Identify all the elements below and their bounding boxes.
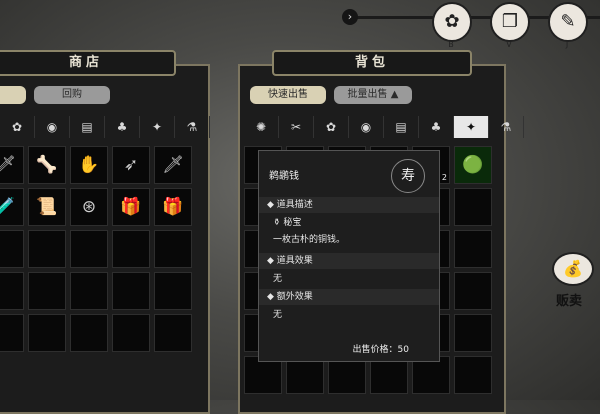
coin-bag-icon[interactable]: 💰 — [552, 252, 594, 286]
shop-category-5[interactable]: ⚗ — [175, 116, 210, 138]
batch-sell-label: 批量出售 — [347, 89, 388, 100]
bag-item-slot[interactable] — [454, 314, 492, 352]
shop-category-1[interactable]: ◉ — [35, 116, 70, 138]
item-count: 2 — [441, 173, 447, 182]
sell-label[interactable]: 贩卖 — [556, 290, 582, 309]
shop-item-slot[interactable] — [70, 272, 108, 310]
shop-item-slot[interactable]: 🗡 — [154, 146, 192, 184]
bag-category-7[interactable]: ⚗ — [489, 116, 524, 138]
key-hint-j: J — [565, 40, 569, 49]
bag-title: 背包 — [272, 50, 472, 76]
shop-tab-buy[interactable] — [0, 86, 26, 104]
shop-item-slot[interactable]: 🎁 — [112, 188, 150, 226]
batch-sell-button[interactable]: 批量出售 ▲ — [334, 86, 412, 104]
tooltip-item-name: 鹈鹕钱 — [269, 171, 299, 182]
shop-item-grid: 🗡 🦴 ✋ ➶ 🗡 🧪 📜 ⊛ 🎁 🎁 — [0, 146, 192, 352]
shop-item-slot[interactable] — [28, 230, 66, 268]
desc-heading: 道具描述 — [276, 200, 313, 210]
bag-category-2[interactable]: ✿ — [314, 116, 349, 138]
shop-category-4[interactable]: ✦ — [140, 116, 175, 138]
shop-item-slot[interactable] — [0, 272, 24, 310]
shop-item-slot[interactable]: 🧪 — [0, 188, 24, 226]
tag-text: 秘宝 — [283, 218, 302, 228]
tooltip-extra-text: 无 — [273, 310, 283, 320]
shop-item-slot[interactable]: ➶ — [112, 146, 150, 184]
bag-item-slot[interactable] — [454, 272, 492, 310]
shop-item-slot[interactable]: 📜 — [28, 188, 66, 226]
skills-glyph: ✎ — [560, 11, 576, 32]
bag-category-bar: ✺ ✂ ✿ ◉ ▤ ♣ ✦ ⚗ — [244, 116, 524, 138]
shop-category-3[interactable]: ♣ — [105, 116, 140, 138]
tooltip-section-effect: ◆ 道具效果 — [259, 253, 439, 269]
shop-title: 商店 — [0, 50, 176, 76]
bag-item-slot[interactable] — [454, 188, 492, 226]
shop-tab-buyback[interactable]: 回购 — [34, 86, 110, 104]
tooltip-price: 出售价格：50 — [353, 342, 409, 355]
shop-item-slot[interactable]: 🦴 — [28, 146, 66, 184]
tooltip-header: 鹈鹕钱 寿 — [259, 151, 439, 197]
shop-item-slot[interactable] — [70, 230, 108, 268]
bag-item-slot[interactable] — [454, 356, 492, 394]
effect-heading: 道具效果 — [276, 256, 313, 266]
skills-icon[interactable]: ✎ — [548, 2, 588, 42]
shop-item-slot[interactable] — [154, 272, 192, 310]
shop-item-slot[interactable]: ✋ — [70, 146, 108, 184]
item-badge-icon: 寿 — [391, 159, 425, 193]
key-hint-b: B — [448, 40, 454, 49]
shop-category-0[interactable]: ✿ — [0, 116, 35, 138]
shop-item-slot[interactable]: ⊛ — [70, 188, 108, 226]
quick-sell-button[interactable]: 快速出售 — [250, 86, 326, 104]
bag-item-slot[interactable] — [454, 230, 492, 268]
extra-heading: 额外效果 — [276, 292, 313, 302]
bag-category-0[interactable]: ✺ — [244, 116, 279, 138]
shop-item-slot[interactable]: 🗡 — [0, 146, 24, 184]
shop-item-slot[interactable] — [28, 314, 66, 352]
journal-glyph: ❐ — [501, 11, 519, 32]
bag-item-slot[interactable]: 🟢 — [454, 146, 492, 184]
tooltip-section-extra: ◆ 额外效果 — [259, 289, 439, 305]
bag-category-1[interactable]: ✂ — [279, 116, 314, 138]
bag-category-4[interactable]: ▤ — [384, 116, 419, 138]
chevron-right-icon[interactable]: › — [342, 9, 358, 25]
bag-category-3[interactable]: ◉ — [349, 116, 384, 138]
character-icon[interactable]: ✿ — [432, 2, 472, 42]
tooltip-section-desc: ◆ 道具描述 — [259, 197, 439, 213]
key-hint-v: V — [506, 40, 512, 49]
shop-category-bar: ✿ ◉ ▤ ♣ ✦ ⚗ — [0, 116, 210, 138]
shop-item-slot[interactable] — [0, 314, 24, 352]
shop-item-slot[interactable] — [28, 272, 66, 310]
shop-item-slot[interactable] — [112, 314, 150, 352]
shop-item-slot[interactable] — [0, 230, 24, 268]
price-label: 出售价格： — [352, 345, 398, 355]
tooltip-effect-text: 无 — [273, 274, 283, 284]
tooltip-tag: ⚱ 秘宝 — [273, 218, 302, 228]
bag-category-5[interactable]: ♣ — [419, 116, 454, 138]
price-value: 50 — [397, 345, 409, 355]
journal-icon[interactable]: ❐ — [490, 2, 530, 42]
shop-item-slot[interactable] — [112, 230, 150, 268]
item-tooltip: 鹈鹕钱 寿 ◆ 道具描述 ⚱ 秘宝 一枚古朴的铜钱。 ◆ 道具效果 无 ◆ 额外… — [258, 150, 440, 362]
shop-item-slot[interactable] — [112, 272, 150, 310]
bag-category-6[interactable]: ✦ — [454, 116, 489, 138]
shop-item-slot[interactable] — [154, 314, 192, 352]
tooltip-desc: 一枚古朴的铜钱。 — [273, 235, 346, 245]
shop-category-2[interactable]: ▤ — [70, 116, 105, 138]
character-glyph: ✿ — [444, 11, 460, 32]
shop-item-slot[interactable] — [154, 230, 192, 268]
shop-item-slot[interactable]: 🎁 — [154, 188, 192, 226]
triangle-up-icon: ▲ — [390, 89, 399, 100]
shop-item-slot[interactable] — [70, 314, 108, 352]
